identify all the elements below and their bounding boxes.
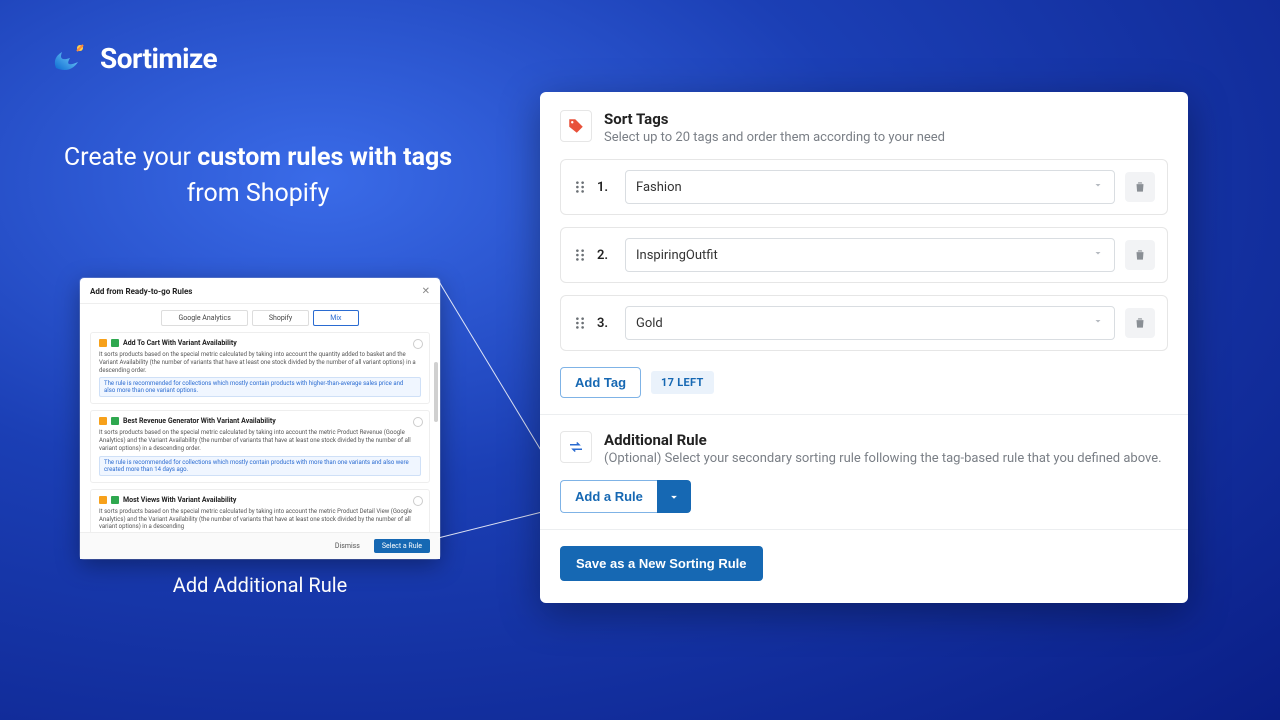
add-tag-button[interactable]: Add Tag: [560, 367, 641, 398]
headline-pre: Create your: [64, 143, 197, 172]
drag-handle-icon[interactable]: [573, 248, 587, 262]
radio-icon[interactable]: [413, 417, 423, 427]
delete-tag-button[interactable]: [1125, 308, 1155, 338]
divider: [540, 529, 1188, 530]
brand-logo: Sortimize: [50, 38, 217, 78]
tag-value: Fashion: [636, 180, 682, 195]
additional-rule-title: Additional Rule: [604, 431, 1162, 449]
rule-desc: It sorts products based on the special m…: [99, 429, 421, 452]
chevron-down-icon: [1092, 179, 1104, 195]
radio-icon[interactable]: [413, 339, 423, 349]
save-sorting-rule-button[interactable]: Save as a New Sorting Rule: [560, 546, 763, 581]
rule-title: Most Views With Variant Availability: [123, 496, 236, 504]
preview-caption: Add Additional Rule: [80, 573, 440, 597]
tag-index: 3.: [597, 316, 615, 331]
tag-index: 2.: [597, 248, 615, 263]
add-rule-button[interactable]: Add a Rule: [560, 480, 657, 513]
close-icon[interactable]: ✕: [422, 286, 430, 297]
analytics-icon: [99, 417, 107, 425]
brand-name: Sortimize: [100, 42, 217, 75]
shopify-icon: [111, 496, 119, 504]
analytics-icon: [99, 496, 107, 504]
shopify-icon: [111, 339, 119, 347]
rule-note: The rule is recommended for collections …: [99, 377, 421, 397]
headline-bold: custom rules with tags: [197, 143, 452, 172]
headline-post: from Shopify: [187, 179, 330, 208]
brand-mark-icon: [50, 38, 90, 78]
add-rule-dropdown-button[interactable]: [657, 480, 691, 513]
drag-handle-icon[interactable]: [573, 180, 587, 194]
shopify-icon: [111, 417, 119, 425]
dismiss-button[interactable]: Dismiss: [327, 539, 368, 553]
ready-rule-card[interactable]: Add To Cart With Variant Availability It…: [90, 332, 430, 404]
ready-rule-card[interactable]: Best Revenue Generator With Variant Avai…: [90, 410, 430, 482]
sort-tags-icon: [560, 110, 592, 142]
drag-handle-icon[interactable]: [573, 316, 587, 330]
rule-title: Best Revenue Generator With Variant Avai…: [123, 417, 276, 425]
tag-row: 3. Gold: [560, 295, 1168, 351]
select-rule-button[interactable]: Select a Rule: [374, 539, 430, 553]
preview-title: Add from Ready-to-go Rules: [90, 287, 192, 296]
additional-rule-icon: [560, 431, 592, 463]
tag-select[interactable]: Fashion: [625, 170, 1115, 204]
sort-tags-title: Sort Tags: [604, 110, 945, 128]
tag-row: 1. Fashion: [560, 159, 1168, 215]
divider: [540, 414, 1188, 415]
tab-google-analytics[interactable]: Google Analytics: [161, 310, 247, 326]
radio-icon[interactable]: [413, 496, 423, 506]
ready-rules-modal-preview: Add from Ready-to-go Rules ✕ Google Anal…: [80, 278, 440, 559]
tag-value: InspiringOutfit: [636, 248, 718, 263]
rule-title: Add To Cart With Variant Availability: [123, 339, 237, 347]
tab-shopify[interactable]: Shopify: [252, 310, 309, 326]
rule-note: The rule is recommended for collections …: [99, 456, 421, 476]
rule-desc: It sorts products based on the special m…: [99, 351, 421, 374]
tag-row: 2. InspiringOutfit: [560, 227, 1168, 283]
delete-tag-button[interactable]: [1125, 172, 1155, 202]
marketing-headline: Create your custom rules with tags from …: [58, 140, 458, 213]
analytics-icon: [99, 339, 107, 347]
tags-left-badge: 17 LEFT: [651, 371, 714, 394]
sort-tags-panel: Sort Tags Select up to 20 tags and order…: [540, 92, 1188, 603]
scrollbar[interactable]: [434, 362, 438, 422]
tag-index: 1.: [597, 180, 615, 195]
tag-select[interactable]: InspiringOutfit: [625, 238, 1115, 272]
tag-select[interactable]: Gold: [625, 306, 1115, 340]
tag-value: Gold: [636, 316, 663, 331]
chevron-down-icon: [1092, 247, 1104, 263]
additional-rule-subtitle: (Optional) Select your secondary sorting…: [604, 451, 1162, 466]
delete-tag-button[interactable]: [1125, 240, 1155, 270]
tab-mix[interactable]: Mix: [313, 310, 358, 326]
ready-rule-card[interactable]: Most Views With Variant Availability It …: [90, 489, 430, 532]
chevron-down-icon: [1092, 315, 1104, 331]
sort-tags-subtitle: Select up to 20 tags and order them acco…: [604, 130, 945, 145]
preview-tabs: Google Analytics Shopify Mix: [80, 304, 440, 332]
rule-desc: It sorts products based on the special m…: [99, 508, 421, 531]
